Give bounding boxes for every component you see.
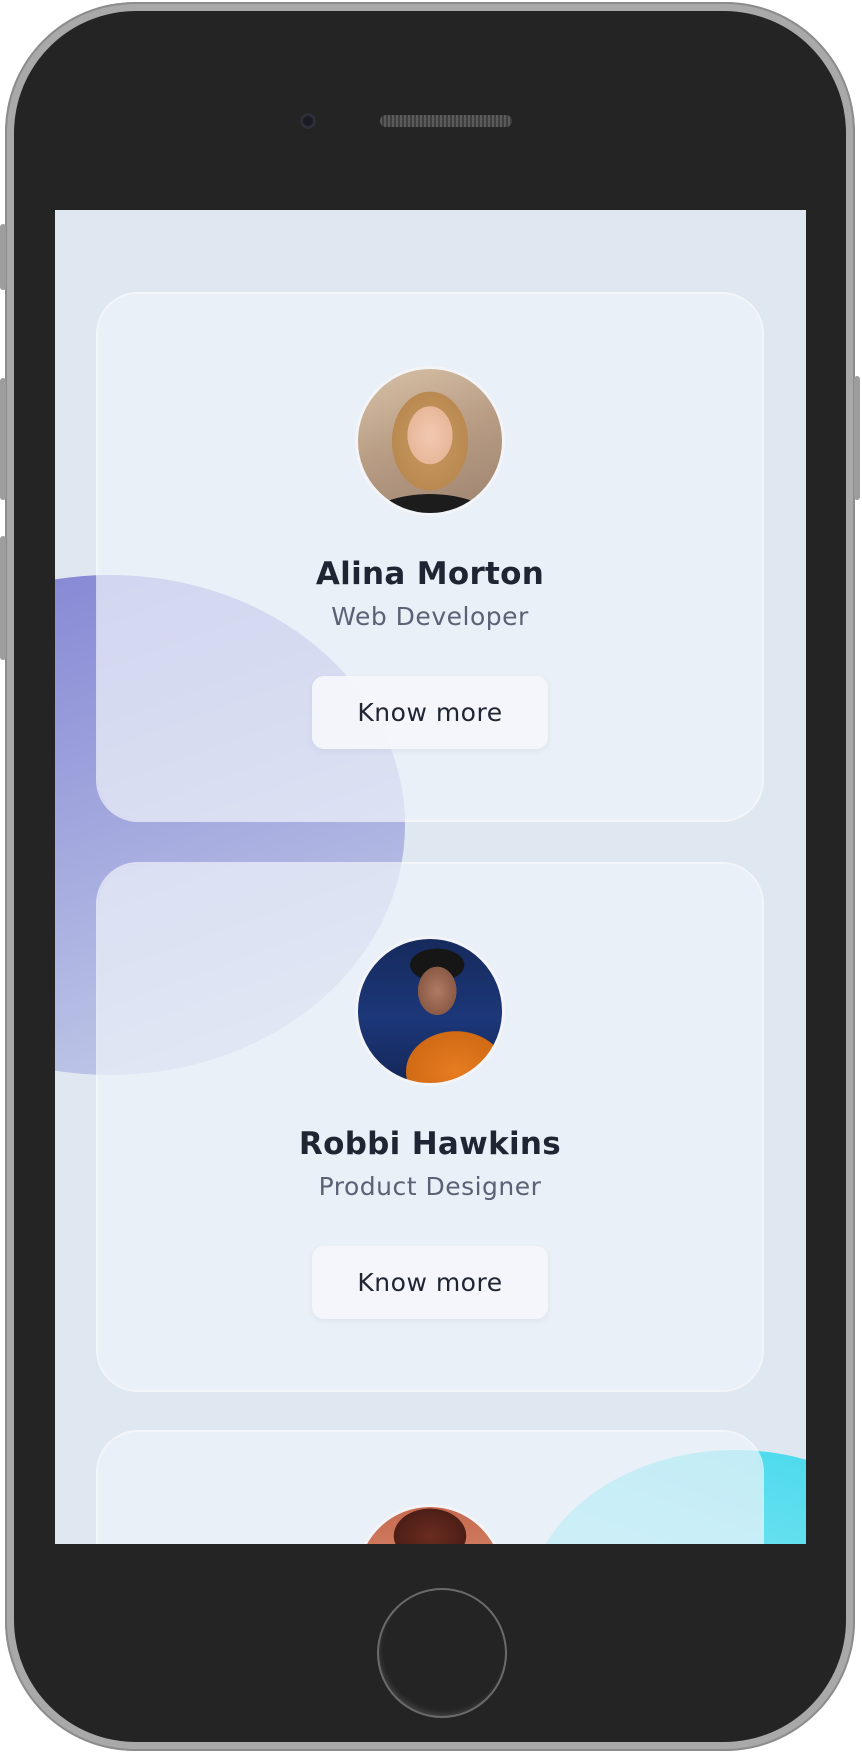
avatar <box>355 936 505 1086</box>
profile-role: Product Designer <box>318 1172 542 1201</box>
volume-down-button <box>0 536 6 660</box>
speaker-grille <box>380 115 512 127</box>
front-camera-icon <box>300 113 316 129</box>
profile-name: Robbi Hawkins <box>298 1126 562 1162</box>
profile-card-robbi: Robbi Hawkins Product Designer Know more <box>98 864 762 1390</box>
know-more-button[interactable]: Know more <box>312 1246 548 1319</box>
avatar <box>355 366 505 516</box>
home-button[interactable] <box>377 1588 507 1718</box>
profile-card-third <box>98 1432 762 1544</box>
profile-card-alina: Alina Morton Web Developer Know more <box>98 294 762 820</box>
profile-name: Alina Morton <box>315 556 545 592</box>
avatar <box>355 1504 505 1544</box>
phone-screen: Alina Morton Web Developer Know more Rob… <box>55 210 806 1544</box>
profile-role: Web Developer <box>331 602 529 631</box>
volume-up-button <box>0 378 6 500</box>
power-button <box>854 376 860 500</box>
mute-switch <box>0 224 6 290</box>
know-more-button[interactable]: Know more <box>312 676 548 749</box>
